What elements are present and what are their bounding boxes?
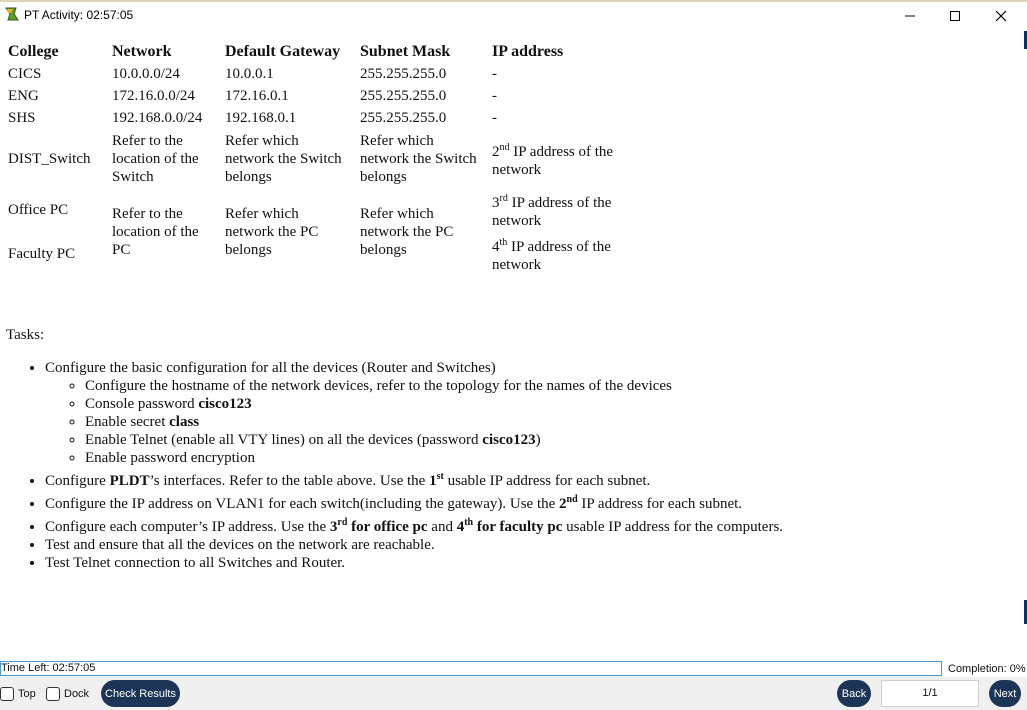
row-ip: -: [492, 88, 497, 104]
checkbox-box[interactable]: [46, 687, 60, 701]
time-left-text: Time Left: 02:57:05: [1, 662, 96, 674]
minimize-button[interactable]: [887, 0, 933, 31]
completion-status: Completion: 0%: [948, 663, 1026, 675]
title-bar: PT Activity: 02:57:05: [0, 0, 1027, 32]
dist-switch-gateway: Refer which network the Switch belongs: [225, 133, 342, 185]
list-item: Configure the basic configuration for al…: [45, 359, 1025, 467]
row-network: 10.0.0.0/24: [112, 66, 180, 82]
activity-instructions: College Network Default Gateway Subnet M…: [0, 31, 1024, 661]
list-item: Enable password encryption: [85, 449, 1025, 467]
faculty-pc-label: Faculty PC: [8, 246, 76, 262]
packet-tracer-app-icon: [4, 6, 20, 22]
row-mask: 255.255.255.0: [360, 110, 447, 126]
page-indicator: 1/1: [881, 680, 979, 707]
list-item: Configure PLDT’s interfaces. Refer to th…: [45, 472, 1025, 490]
row-gateway: 172.16.0.1: [225, 88, 289, 104]
row-mask: 255.255.255.0: [360, 66, 447, 82]
header-ip-address: IP address: [492, 43, 564, 60]
row-ip: -: [492, 110, 497, 126]
dist-switch-network: Refer to the location of the Switch: [112, 133, 199, 185]
office-pc-label: Office PC: [8, 202, 69, 218]
row-college: CICS: [8, 66, 42, 82]
row-college: SHS: [8, 110, 36, 126]
maximize-button[interactable]: [932, 0, 978, 31]
pc-mask: Refer which network the PC belongs: [360, 206, 454, 258]
dock-checkbox[interactable]: Dock: [46, 687, 89, 701]
window-title: PT Activity: 02:57:05: [24, 8, 134, 22]
time-left-bar: Time Left: 02:57:05: [0, 661, 942, 676]
row-network: 192.168.0.0/24: [112, 110, 203, 126]
close-button[interactable]: [978, 0, 1024, 31]
list-item: Test and ensure that all the devices on …: [45, 536, 1025, 554]
row-ip: -: [492, 66, 497, 82]
title-accent: [0, 0, 1027, 2]
row-gateway: 10.0.0.1: [225, 66, 274, 82]
tasks-heading: Tasks:: [6, 327, 45, 343]
pc-network: Refer to the location of the PC: [112, 206, 199, 258]
check-results-button[interactable]: Check Results: [101, 680, 180, 707]
top-checkbox[interactable]: Top: [0, 687, 36, 701]
faculty-pc-ip: 4th IP address of the network: [492, 237, 611, 274]
row-college: ENG: [8, 88, 39, 104]
header-default-gateway: Default Gateway: [225, 43, 341, 60]
top-checkbox-label: Top: [18, 688, 36, 700]
list-item: Console password cisco123: [85, 395, 1025, 413]
pc-gateway: Refer which network the PC belongs: [225, 206, 319, 258]
maximize-icon: [950, 10, 960, 21]
header-network: Network: [112, 43, 172, 60]
list-item: Test Telnet connection to all Switches a…: [45, 554, 1025, 572]
footer-bar: Top Dock Check Results Back 1/1 Next: [0, 677, 1027, 710]
row-mask: 255.255.255.0: [360, 88, 447, 104]
list-item: Configure the hostname of the network de…: [85, 377, 1025, 395]
row-gateway: 192.168.0.1: [225, 110, 297, 126]
dist-switch-label: DIST_Switch: [8, 151, 91, 167]
dist-switch-mask: Refer which network the Switch belongs: [360, 133, 477, 185]
dist-switch-ip: 2nd IP address of the network: [492, 142, 614, 179]
dock-checkbox-label: Dock: [64, 688, 90, 700]
header-subnet-mask: Subnet Mask: [360, 43, 451, 60]
minimize-icon: [905, 15, 915, 16]
office-pc-ip: 3rd IP address of the network: [492, 193, 612, 230]
list-item: Configure each computer’s IP address. Us…: [45, 518, 1025, 536]
list-item: Enable secret class: [85, 413, 1025, 431]
header-college: College: [8, 43, 59, 60]
list-item: Configure the IP address on VLAN1 for ea…: [45, 495, 1025, 513]
list-item: Enable Telnet (enable all VTY lines) on …: [85, 431, 1025, 449]
close-icon: [995, 10, 1007, 21]
next-button[interactable]: Next: [989, 680, 1021, 707]
back-button[interactable]: Back: [837, 680, 871, 707]
task-list: Configure the basic configuration for al…: [0, 359, 1025, 572]
checkbox-box[interactable]: [0, 687, 14, 701]
row-network: 172.16.0.0/24: [112, 88, 195, 104]
